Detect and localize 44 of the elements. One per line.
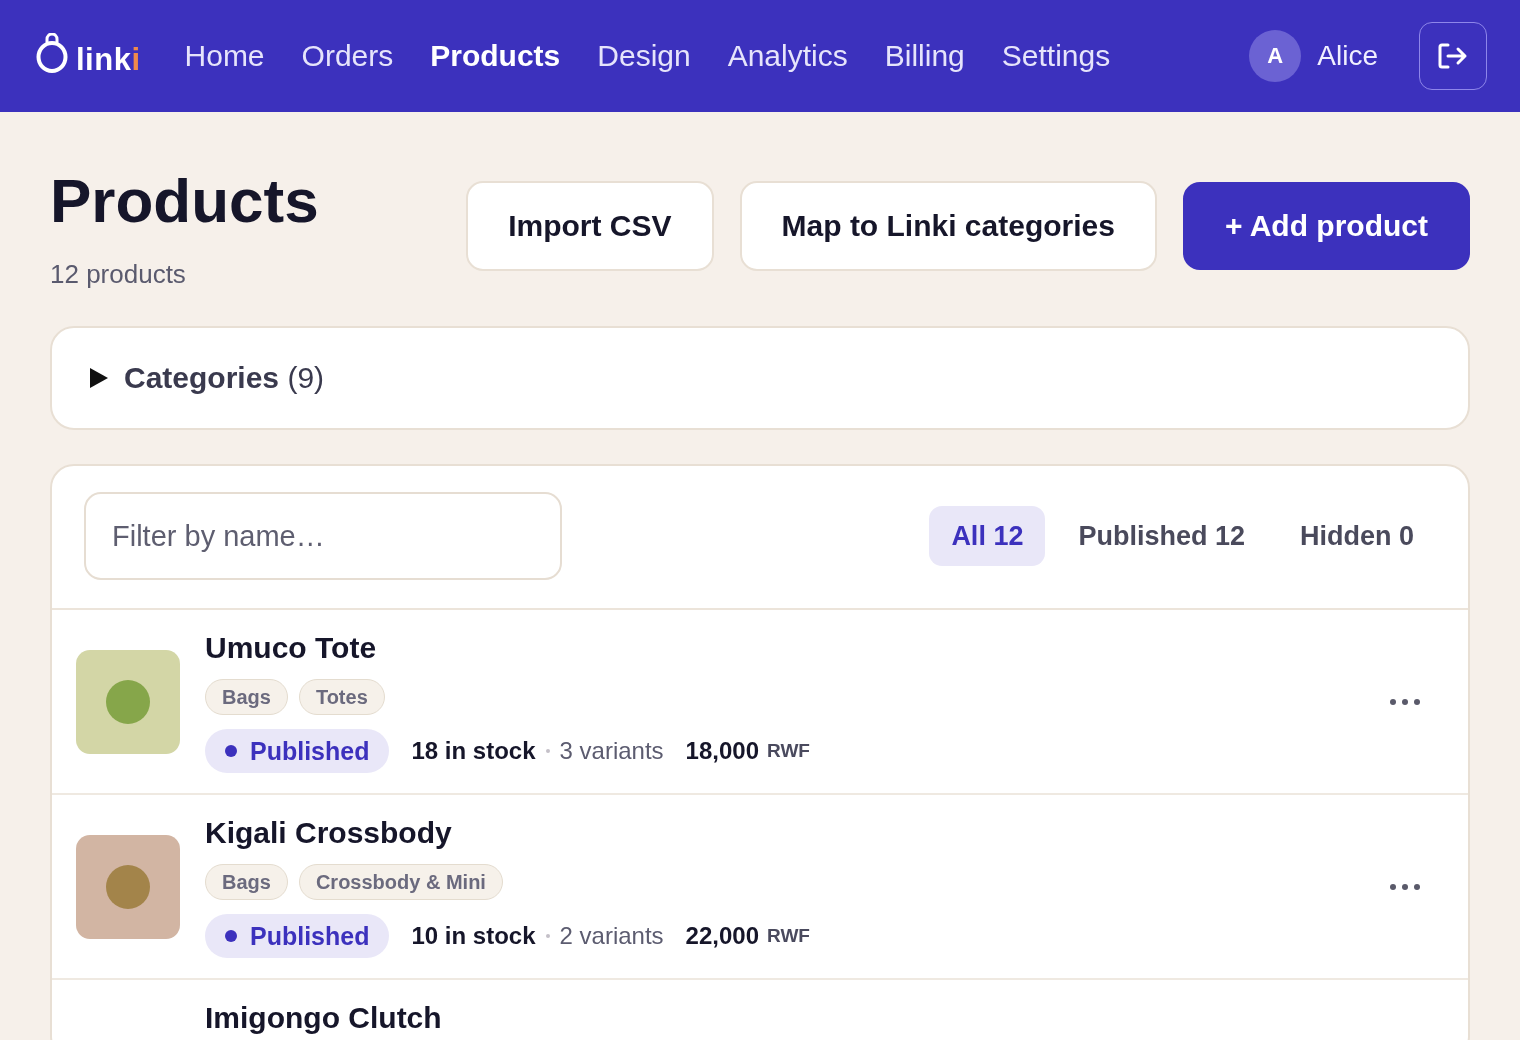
status-dot-icon bbox=[225, 930, 237, 942]
category-tag: Bags bbox=[205, 864, 288, 900]
nav-link[interactable]: Products bbox=[430, 39, 561, 73]
product-name[interactable]: Imigongo Clutch bbox=[205, 1000, 442, 1036]
secondary-button[interactable]: Map to Linki categories bbox=[739, 181, 1157, 271]
more-icon bbox=[1390, 883, 1420, 890]
nav-link[interactable]: Billing bbox=[884, 39, 965, 73]
more-icon bbox=[1390, 698, 1420, 705]
nav-link[interactable]: Settings bbox=[1001, 39, 1111, 73]
logout-button[interactable] bbox=[1419, 22, 1487, 90]
primary-button[interactable]: + Add product bbox=[1182, 182, 1470, 270]
product-name[interactable]: Kigali Crossbody bbox=[205, 815, 810, 851]
stock-count: 10 in stock bbox=[411, 922, 536, 950]
nav-link[interactable]: Orders bbox=[301, 39, 394, 73]
variant-count: 3 variants bbox=[559, 737, 664, 765]
secondary-button[interactable]: Import CSV bbox=[466, 181, 714, 271]
logo-wordmark: linki bbox=[76, 42, 141, 78]
nav-link[interactable]: Analytics bbox=[727, 39, 848, 73]
nav-link[interactable]: Design bbox=[597, 39, 691, 73]
filter-tab[interactable]: All 12 bbox=[929, 506, 1046, 566]
stock-count: 18 in stock bbox=[411, 737, 536, 765]
status-label: Published bbox=[250, 736, 370, 766]
variant-count: 2 variants bbox=[559, 922, 664, 950]
bag-logo-icon bbox=[36, 33, 68, 73]
product-count: 12 products bbox=[50, 258, 187, 290]
user-avatar[interactable]: A bbox=[1249, 30, 1302, 82]
category-tag: Bags bbox=[205, 679, 288, 715]
price: 18,000 bbox=[685, 737, 759, 765]
filter-tab[interactable]: Hidden 0 bbox=[1278, 506, 1436, 566]
filter-input[interactable]: Filter by name… bbox=[84, 492, 562, 580]
page-title: Products bbox=[50, 165, 319, 237]
currency: RWF bbox=[767, 740, 810, 762]
categories-toggle[interactable]: Categories (9) bbox=[90, 361, 325, 395]
price: 22,000 bbox=[685, 922, 759, 950]
status-label: Published bbox=[250, 921, 370, 951]
logout-icon bbox=[1438, 43, 1468, 69]
status-dot-icon bbox=[225, 745, 237, 757]
nav-link[interactable]: Home bbox=[184, 39, 265, 73]
product-name[interactable]: Umuco Tote bbox=[205, 630, 810, 666]
currency: RWF bbox=[767, 925, 810, 947]
category-tag: Totes bbox=[298, 679, 385, 715]
category-tag: Crossbody & Mini bbox=[298, 864, 503, 900]
filter-tab[interactable]: Published 12 bbox=[1056, 506, 1267, 566]
user-name: Alice bbox=[1317, 40, 1378, 72]
